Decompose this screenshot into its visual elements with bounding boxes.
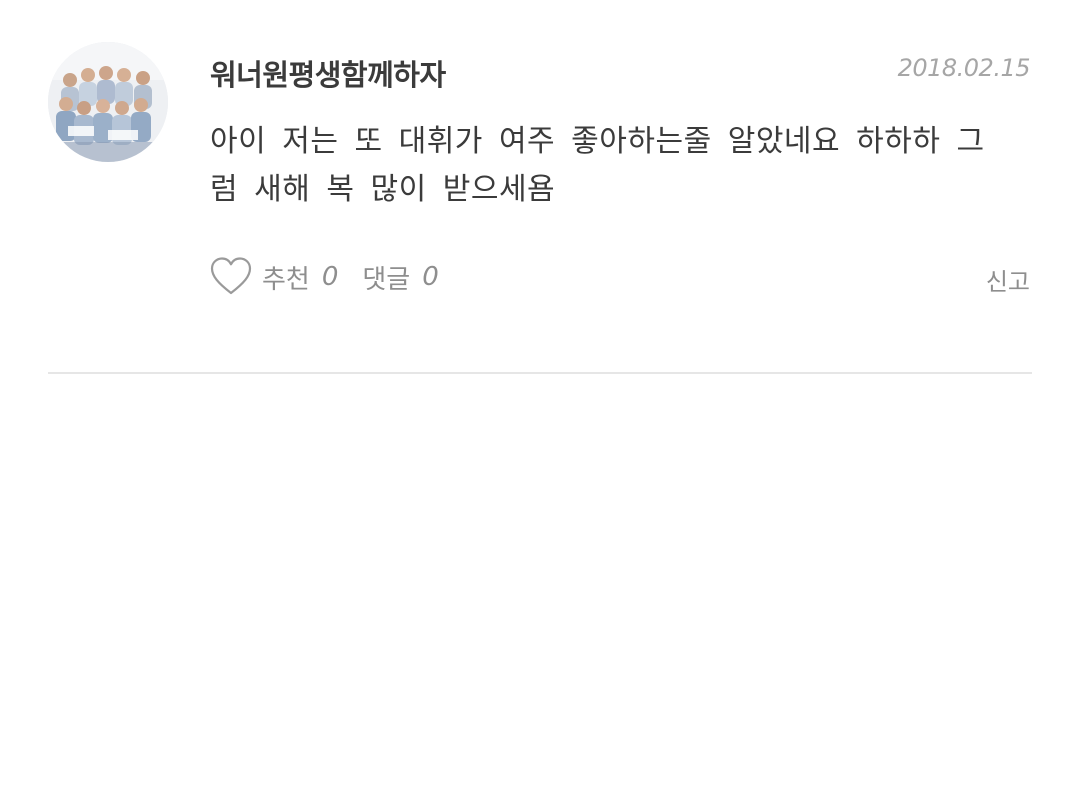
heart-outline-icon[interactable] (210, 256, 252, 298)
comment-item: 워너원평생함께하자 2018.02.15 아이 저는 또 대휘가 여주 좋아하는… (0, 0, 1080, 375)
comment-text: 아이 저는 또 대휘가 여주 좋아하는줄 알았네요 하하하 그럼 새해 복 많이… (210, 124, 985, 207)
like-count: 0 (321, 262, 339, 292)
avatar-image (48, 42, 168, 162)
reply-count: 0 (422, 262, 439, 292)
comment-actions: 추천 0 댓글 0 (210, 256, 439, 298)
report-button[interactable]: 신고 (986, 262, 1030, 297)
divider (48, 372, 1032, 374)
reply-label[interactable]: 댓글 (362, 259, 410, 296)
reply-button[interactable]: 댓글 0 (362, 259, 438, 296)
like-label[interactable]: 추천 (262, 259, 310, 296)
username[interactable]: 워너원평생함께하자 (210, 52, 446, 94)
avatar[interactable] (48, 42, 168, 162)
comment-date: 2018.02.15 (897, 54, 1031, 82)
